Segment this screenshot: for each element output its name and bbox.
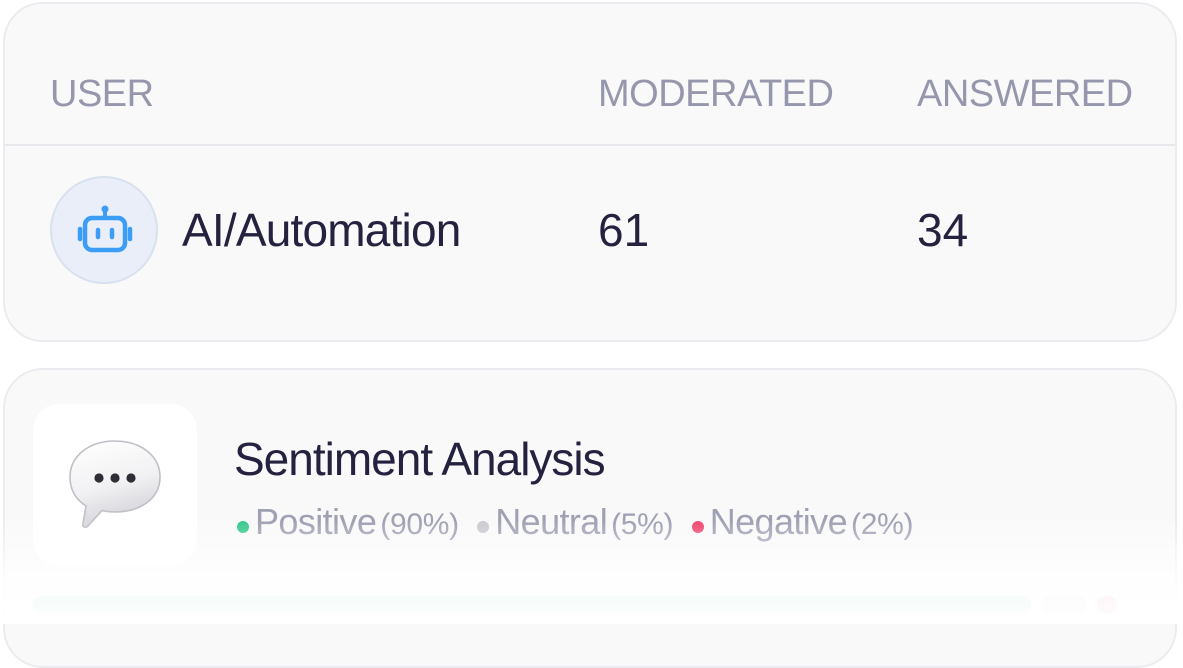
legend-negative-label: Negative: [709, 501, 848, 542]
legend-neutral-percent: (5%): [611, 508, 674, 541]
legend-neutral-label: Neutral: [495, 501, 608, 542]
moderated-count: 61: [598, 204, 650, 256]
sentiment-analysis-card: Sentiment Analysis Positive (90%) Neutral…: [3, 368, 1177, 668]
sentiment-bar: [33, 596, 1153, 614]
sentiment-legend: Positive (90%) Neutral (5%) Negative (2%): [237, 500, 927, 547]
positive-dot: [237, 520, 249, 533]
negative-dot: [691, 520, 704, 533]
avatar: [50, 176, 158, 284]
user-name: AI/Automation: [182, 204, 461, 256]
answered-count: 34: [917, 204, 969, 256]
sentiment-title: Sentiment Analysis: [234, 433, 606, 485]
sentiment-icon-tile: [33, 404, 197, 566]
column-header-answered[interactable]: ANSWERED: [917, 72, 1133, 116]
legend-positive-label: Positive: [255, 501, 377, 542]
table-row[interactable]: AI/Automation 61 34: [5, 146, 1175, 340]
moderation-table: USER MODERATED ANSWERED AI/Automation 61…: [3, 2, 1177, 342]
legend-positive: Positive (90%): [237, 500, 459, 547]
table-header: USER MODERATED ANSWERED: [5, 4, 1175, 146]
legend-neutral: Neutral (5%): [477, 500, 674, 547]
robot-icon: [77, 205, 133, 253]
column-header-user[interactable]: USER: [50, 72, 154, 116]
legend-positive-percent: (90%): [380, 508, 459, 541]
sentiment-bar-neutral: [1041, 596, 1087, 614]
legend-negative: Negative (2%): [691, 500, 914, 547]
speech-bubble-icon: [69, 440, 161, 529]
legend-negative-percent: (2%): [851, 508, 914, 541]
column-header-moderated[interactable]: MODERATED: [598, 72, 834, 116]
sentiment-bar-positive: [33, 596, 1031, 614]
neutral-dot: [477, 520, 490, 533]
sentiment-bar-negative: [1097, 596, 1117, 614]
